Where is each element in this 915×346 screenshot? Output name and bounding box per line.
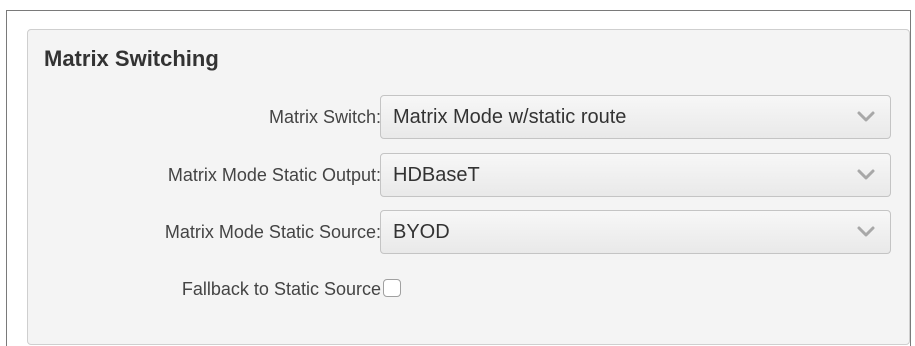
fallback-checkbox[interactable] <box>383 279 401 297</box>
chevron-down-icon <box>857 226 875 237</box>
section-title: Matrix Switching <box>44 46 219 71</box>
chevron-down-icon <box>857 111 875 122</box>
static-source-label: Matrix Mode Static Source: <box>164 222 381 242</box>
static-source-select[interactable]: BYOD <box>380 210 891 254</box>
matrix-switching-panel: Matrix Switching Matrix Switch: Matrix M… <box>27 29 910 345</box>
matrix-switch-select[interactable]: Matrix Mode w/static route <box>380 95 891 139</box>
static-output-row: Matrix Mode Static Output: HDBaseT <box>28 153 909 199</box>
static-output-label: Matrix Mode Static Output: <box>167 165 381 185</box>
fallback-row: Fallback to Static Source <box>28 267 909 313</box>
static-output-value: HDBaseT <box>393 164 480 186</box>
static-source-value: BYOD <box>393 221 450 243</box>
matrix-switch-row: Matrix Switch: Matrix Mode w/static rout… <box>28 95 909 141</box>
matrix-switch-label: Matrix Switch: <box>268 107 381 127</box>
static-output-select[interactable]: HDBaseT <box>380 153 891 197</box>
matrix-switch-value: Matrix Mode w/static route <box>393 106 627 128</box>
fallback-label: Fallback to Static Source <box>181 279 381 299</box>
static-source-row: Matrix Mode Static Source: BYOD <box>28 210 909 256</box>
outer-frame: Matrix Switching Matrix Switch: Matrix M… <box>6 10 911 346</box>
chevron-down-icon <box>857 169 875 180</box>
